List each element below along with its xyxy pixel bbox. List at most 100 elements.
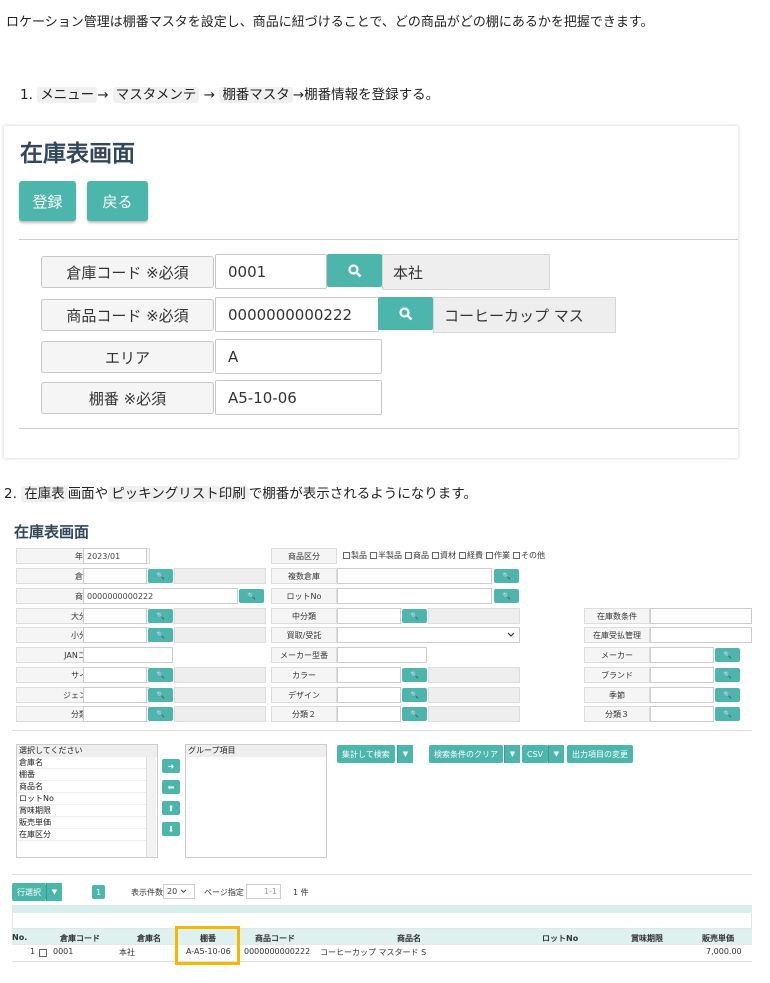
- maker-label: メーカー: [584, 647, 650, 663]
- color-input[interactable]: [337, 667, 401, 683]
- search-icon[interactable]: 🔍: [402, 688, 427, 702]
- page-title: 在庫表画面: [14, 523, 90, 541]
- move-up-button[interactable]: ⬆: [162, 801, 180, 815]
- group-list[interactable]: グループ項目: [185, 744, 327, 858]
- search-icon[interactable]: 🔍: [402, 668, 427, 682]
- lot-input[interactable]: [337, 588, 492, 604]
- chevron-down-icon[interactable]: ▼: [397, 745, 413, 763]
- search-icon[interactable]: 🔍: [148, 569, 173, 583]
- maker-model-input[interactable]: [337, 647, 427, 663]
- column-expiry[interactable]: 賞味期限: [631, 933, 663, 944]
- chevron-down-icon[interactable]: ▼: [548, 745, 564, 763]
- search-icon[interactable]: 🔍: [148, 628, 173, 642]
- search-icon[interactable]: 🔍: [494, 569, 519, 583]
- checkbox[interactable]: [486, 552, 493, 559]
- design-input[interactable]: [337, 687, 401, 703]
- search-icon[interactable]: 🔍: [715, 648, 740, 662]
- warehouse-code-input[interactable]: 0001: [215, 254, 327, 289]
- trade-label: 買取/受託: [271, 627, 337, 643]
- scrollbar[interactable]: [146, 757, 156, 857]
- gender-input[interactable]: [83, 687, 147, 703]
- list-item[interactable]: ロットNo: [17, 793, 157, 805]
- move-down-button[interactable]: ⬇: [162, 822, 180, 836]
- register-button[interactable]: 登録: [19, 181, 76, 221]
- category1-input[interactable]: [83, 706, 147, 722]
- warehouse-search-button[interactable]: [327, 254, 382, 287]
- list-item[interactable]: 在庫区分: [17, 829, 157, 841]
- checkbox[interactable]: [370, 552, 377, 559]
- move-right-button[interactable]: ➜: [162, 759, 180, 773]
- row-checkbox[interactable]: [39, 949, 47, 957]
- brand-input[interactable]: [650, 667, 714, 683]
- shelf-number-input[interactable]: A5-10-06: [215, 380, 382, 415]
- display-count-select[interactable]: 20: [163, 884, 195, 899]
- area-input[interactable]: A: [215, 339, 382, 374]
- move-left-button[interactable]: ⬅: [162, 780, 180, 794]
- row-select-button[interactable]: 行選択: [12, 883, 46, 901]
- stock-management-input[interactable]: [650, 627, 752, 643]
- season-input[interactable]: [650, 687, 714, 703]
- list-item[interactable]: 商品名: [17, 781, 157, 793]
- checkbox[interactable]: [343, 552, 350, 559]
- search-icon[interactable]: 🔍: [148, 688, 173, 702]
- search-icon[interactable]: 🔍: [402, 707, 427, 721]
- stock-condition-input[interactable]: [650, 608, 752, 624]
- back-button[interactable]: 戻る: [87, 181, 148, 221]
- list-item[interactable]: 販売単価: [17, 817, 157, 829]
- column-product-name[interactable]: 商品名: [397, 933, 421, 944]
- clear-conditions-button[interactable]: 検索条件のクリア: [429, 745, 503, 763]
- major-category-input[interactable]: [83, 608, 147, 624]
- search-icon[interactable]: 🔍: [715, 707, 740, 721]
- divider: [19, 239, 738, 240]
- product-input[interactable]: 0000000000222: [83, 588, 238, 604]
- mid-category-input[interactable]: [337, 608, 401, 624]
- search-icon[interactable]: 🔍: [494, 589, 519, 603]
- column-warehouse-code[interactable]: 倉庫コード: [60, 933, 100, 944]
- checkbox[interactable]: [459, 552, 466, 559]
- search-icon[interactable]: 🔍: [715, 688, 740, 702]
- jan-code-input[interactable]: [83, 647, 173, 663]
- checkbox-label: 経費: [467, 551, 483, 560]
- search-icon[interactable]: 🔍: [148, 609, 173, 623]
- year-input[interactable]: 2023/01: [83, 548, 147, 564]
- page-spec-input[interactable]: 1-1: [246, 884, 281, 899]
- column-no[interactable]: No.: [12, 933, 27, 942]
- chevron-down-icon[interactable]: ▼: [504, 745, 520, 763]
- warehouse-name-display: 本社: [382, 254, 550, 290]
- select-list[interactable]: 選択してください 倉庫名 棚番 商品名 ロットNo 賞味期限 販売単価 在庫区分: [16, 744, 158, 858]
- column-product-code[interactable]: 商品コード: [255, 933, 295, 944]
- trade-select[interactable]: [337, 627, 520, 643]
- column-lot[interactable]: ロットNo: [542, 933, 578, 944]
- checkbox[interactable]: [513, 552, 520, 559]
- csv-button[interactable]: CSV: [522, 745, 549, 763]
- size-input[interactable]: [83, 667, 147, 683]
- design-display: [428, 687, 520, 703]
- list-item[interactable]: 棚番: [17, 769, 157, 781]
- column-warehouse-name[interactable]: 倉庫名: [137, 933, 161, 944]
- list-item[interactable]: 賞味期限: [17, 805, 157, 817]
- product-kind-checkboxes[interactable]: 製品 半製品 商品 資材 経費 作業 その他: [340, 550, 545, 561]
- warehouse-input[interactable]: [83, 568, 147, 584]
- search-icon[interactable]: 🔍: [715, 668, 740, 682]
- table-row[interactable]: 1 0001 本社 A-A5-10-06 0000000000222 コーヒーカ…: [12, 947, 752, 959]
- checkbox[interactable]: [405, 552, 412, 559]
- search-icon[interactable]: 🔍: [402, 609, 427, 623]
- search-icon[interactable]: 🔍: [239, 589, 264, 603]
- checkbox[interactable]: [432, 552, 439, 559]
- product-code-input[interactable]: 0000000000222: [215, 297, 379, 332]
- chevron-down-icon[interactable]: ▼: [46, 883, 62, 901]
- search-icon[interactable]: 🔍: [148, 668, 173, 682]
- column-price[interactable]: 販売単価: [702, 933, 734, 944]
- category2-input[interactable]: [337, 706, 401, 722]
- product-search-button[interactable]: [378, 297, 433, 330]
- page-button[interactable]: 1: [92, 885, 106, 899]
- multi-warehouse-input[interactable]: [337, 568, 492, 584]
- change-output-button[interactable]: 出力項目の変更: [567, 745, 633, 763]
- search-icon[interactable]: 🔍: [148, 707, 173, 721]
- multi-warehouse-label: 複数倉庫: [271, 568, 337, 584]
- list-item[interactable]: 倉庫名: [17, 757, 157, 769]
- minor-category-input[interactable]: [83, 627, 147, 643]
- category3-input[interactable]: [650, 706, 714, 722]
- maker-input[interactable]: [650, 647, 714, 663]
- aggregate-search-button[interactable]: 集計して検索: [337, 745, 395, 763]
